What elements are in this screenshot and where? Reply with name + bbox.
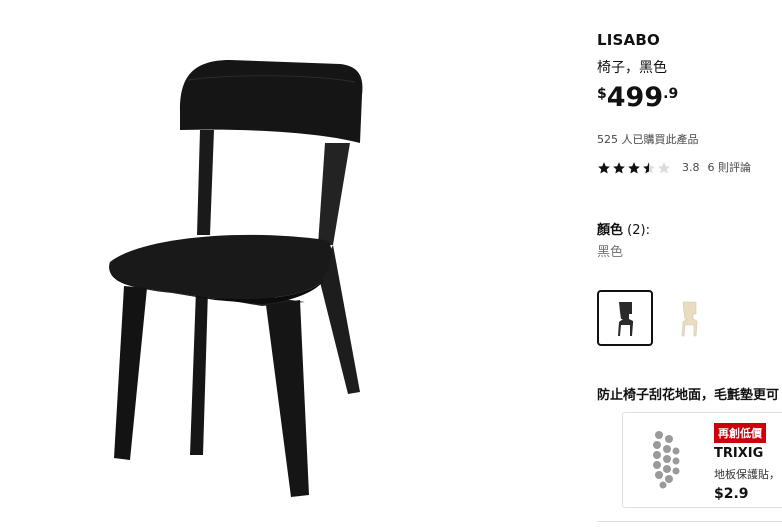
price-currency: $: [597, 86, 607, 102]
chair-illustration: [109, 60, 363, 497]
promo-badge: 再創低價: [714, 423, 766, 443]
ash-chair-thumbnail: [681, 301, 698, 337]
promo-product-price: $2.9: [714, 486, 749, 502]
product-description: 椅子，黑色: [597, 60, 667, 76]
rating-value: 3.8: [682, 160, 700, 174]
star-icon: [597, 160, 611, 174]
selected-color-value: 黑色: [597, 245, 624, 260]
felt-pad-thumbnail: [653, 431, 680, 489]
color-swatch-ash[interactable]: [661, 290, 717, 346]
half-star-icon: [642, 160, 656, 174]
black-chair-thumbnail: [618, 302, 633, 336]
review-count-link[interactable]: 6 則評論: [708, 159, 752, 175]
price-decimal: .9: [663, 86, 679, 102]
promo-product-description: 地板保護貼，: [714, 468, 780, 481]
color-label: 顏色 (2):: [597, 219, 650, 238]
promo-product-name[interactable]: TRIXIG: [714, 446, 763, 461]
price-integer: 499: [606, 82, 664, 113]
product-image[interactable]: [0, 0, 560, 527]
color-count: (2):: [627, 223, 650, 238]
purchase-count: 525 人已購買此產品: [597, 133, 699, 146]
empty-star-icon: [657, 160, 671, 174]
star-icon: [627, 160, 641, 174]
accessory-section-title: 防止椅子刮花地面，毛氈墊更可: [597, 388, 780, 403]
accessory-card[interactable]: 再創低價 TRIXIG 地板保護貼， $2.9: [622, 412, 782, 508]
star-icon: [612, 160, 626, 174]
product-name: LISABO: [597, 31, 660, 49]
divider: [597, 521, 782, 522]
rating-row[interactable]: 3.8 6 則評論: [597, 159, 751, 175]
color-label-text: 顏色: [597, 223, 624, 238]
product-info-panel: LISABO 椅子，黑色 $499.9 525 人已購買此產品 3.8 6 則評…: [597, 0, 782, 527]
color-swatch-black[interactable]: [597, 290, 653, 346]
product-price: $499.9: [597, 82, 678, 113]
